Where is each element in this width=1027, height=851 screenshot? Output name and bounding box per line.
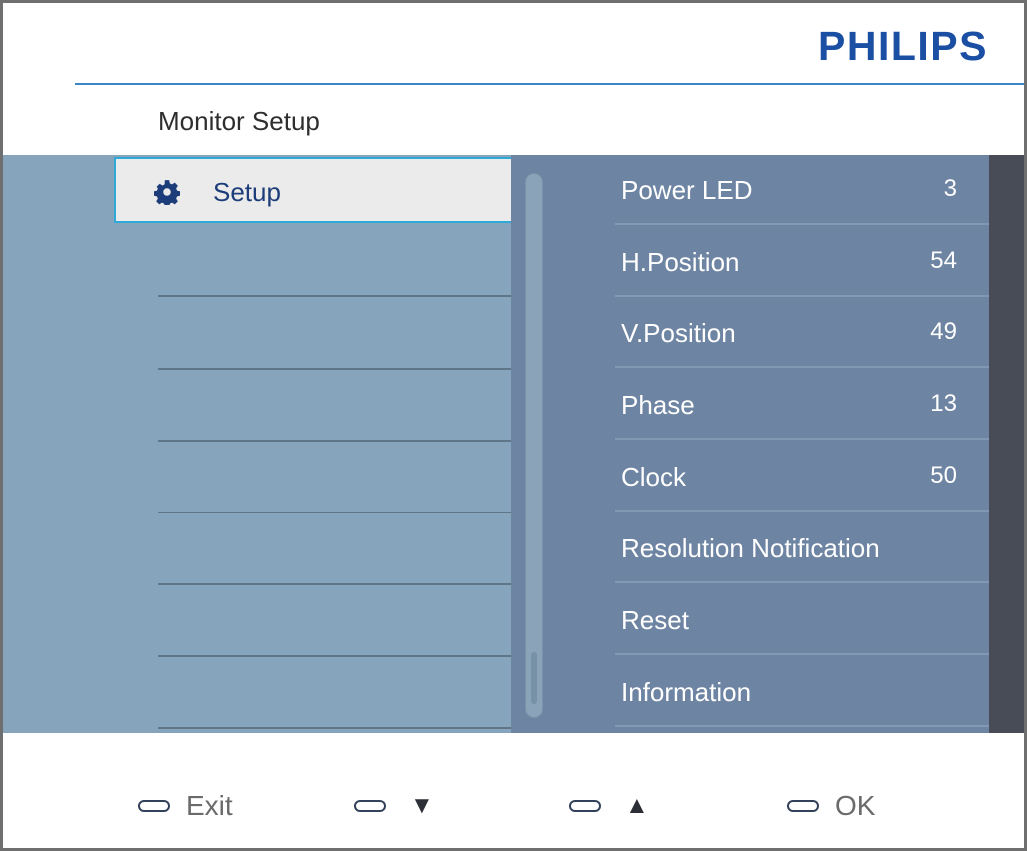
osd-window: PHILIPS Monitor Setup Setup Power LED 3 …	[0, 0, 1027, 851]
menu-item-empty[interactable]	[158, 370, 511, 440]
menu-item-empty[interactable]	[158, 298, 511, 368]
menu-item-setup[interactable]: Setup	[114, 157, 517, 223]
button-pill-icon	[138, 800, 170, 812]
submenu-label: Clock	[621, 462, 687, 492]
button-pill-icon	[569, 800, 601, 812]
down-button[interactable]: ▼	[354, 790, 434, 822]
submenu-value: 54	[930, 247, 957, 274]
button-guide: Exit ▼ ▲ OK	[3, 735, 1024, 848]
menu-item-label: Setup	[213, 177, 281, 207]
submenu-row-v-position[interactable]: V.Position 49	[615, 298, 989, 368]
ok-label: OK	[835, 790, 876, 821]
scrollbar-thumb[interactable]	[531, 652, 537, 704]
submenu-row-clock[interactable]: Clock 50	[615, 442, 989, 512]
gear-icon	[154, 180, 180, 205]
submenu-row-resolution-notification[interactable]: Resolution Notification	[615, 513, 989, 583]
scrollbar[interactable]	[525, 173, 543, 718]
menu-item-empty[interactable]	[158, 513, 511, 583]
ok-button[interactable]: OK	[787, 790, 875, 822]
submenu-value: 50	[930, 462, 957, 489]
submenu-panel: Power LED 3 H.Position 54 V.Position 49 …	[511, 155, 1024, 733]
submenu-label: Reset	[621, 605, 689, 635]
menu-item-empty[interactable]	[158, 225, 511, 295]
page-title: Monitor Setup	[158, 106, 320, 136]
submenu-row-reset[interactable]: Reset	[615, 585, 989, 655]
submenu-label: Phase	[621, 390, 695, 420]
button-pill-icon	[787, 800, 819, 812]
panel-edge	[989, 155, 1024, 733]
submenu-value: 13	[930, 390, 957, 417]
submenu-row-information[interactable]: Information	[615, 657, 989, 727]
submenu-label: Resolution Notification	[621, 533, 880, 563]
submenu-row-phase[interactable]: Phase 13	[615, 370, 989, 440]
submenu-label: Power LED	[621, 175, 753, 205]
submenu-row-h-position[interactable]: H.Position 54	[615, 227, 989, 297]
exit-button[interactable]: Exit	[138, 790, 233, 822]
submenu-row-power-led[interactable]: Power LED 3	[615, 155, 989, 225]
up-arrow-icon: ▲	[625, 792, 649, 819]
submenu-label: Information	[621, 677, 752, 707]
submenu-label: V.Position	[621, 318, 736, 348]
menu-item-empty[interactable]	[158, 442, 511, 512]
osd-menu: Setup Power LED 3 H.Position 54 V.Positi…	[3, 155, 1024, 733]
submenu-label: H.Position	[621, 247, 740, 277]
menu-item-empty[interactable]	[158, 657, 511, 727]
menu-item-empty[interactable]	[158, 585, 511, 655]
button-pill-icon	[354, 800, 386, 812]
submenu-value: 3	[943, 175, 957, 202]
exit-label: Exit	[186, 790, 233, 821]
header-divider	[75, 83, 1024, 85]
submenu-value: 49	[930, 318, 957, 345]
down-arrow-icon: ▼	[410, 792, 434, 819]
brand-logo: PHILIPS	[818, 23, 988, 69]
up-button[interactable]: ▲	[569, 790, 649, 822]
